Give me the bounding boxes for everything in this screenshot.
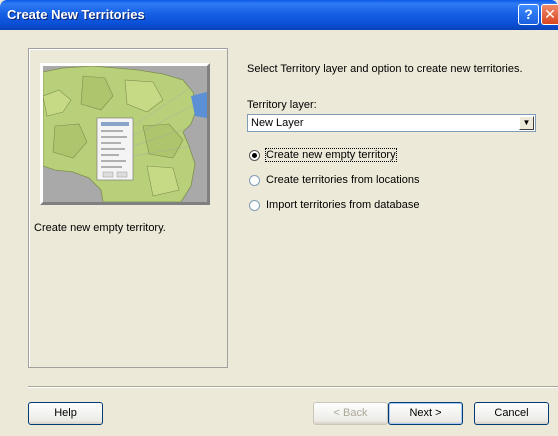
cancel-button[interactable]: Cancel <box>474 402 549 425</box>
preview-panel: Create new empty territory. <box>28 48 228 368</box>
radio-button[interactable] <box>249 200 260 211</box>
territory-layer-label: Territory layer: <box>247 99 317 111</box>
territory-layer-value: New Layer <box>251 117 304 129</box>
radio-label[interactable]: Create territories from locations <box>266 174 419 186</box>
radio-label[interactable]: Create new empty territory <box>265 148 397 162</box>
help-button[interactable]: Help <box>28 402 103 425</box>
instructions-text: Select Territory layer and option to cre… <box>247 63 523 75</box>
map-preview-image <box>40 63 210 205</box>
next-button[interactable]: Next > <box>388 402 463 425</box>
back-button[interactable]: < Back <box>313 402 388 425</box>
radio-label[interactable]: Import territories from database <box>266 199 419 211</box>
button-separator <box>28 386 558 388</box>
help-icon[interactable]: ? <box>518 4 539 25</box>
close-icon[interactable]: ✕ <box>541 4 558 25</box>
territory-layer-select[interactable]: New Layer ▼ <box>247 114 536 132</box>
window-title: Create New Territories <box>7 7 145 22</box>
radio-button-selected[interactable] <box>249 150 260 161</box>
chevron-down-icon[interactable]: ▼ <box>519 116 534 130</box>
radio-button[interactable] <box>249 175 260 186</box>
option-description: Create new empty territory. <box>34 222 166 234</box>
title-bar[interactable]: Create New Territories ? ✕ <box>0 0 558 30</box>
